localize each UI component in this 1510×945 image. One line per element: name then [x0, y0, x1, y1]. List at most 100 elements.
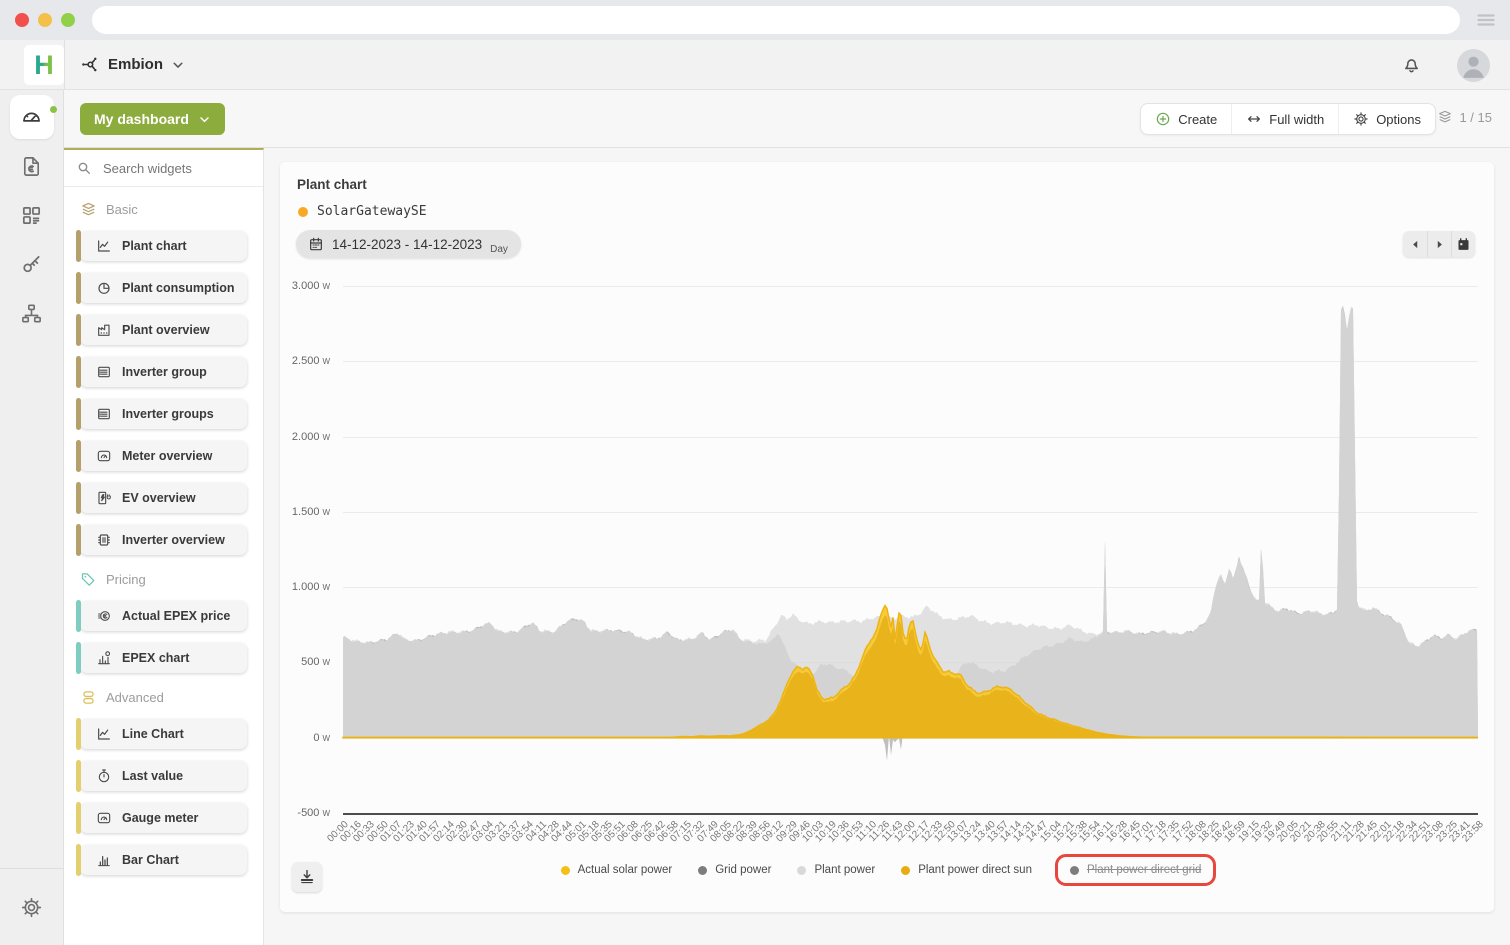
widget-card-bar-chart[interactable]: Bar Chart — [80, 845, 247, 875]
widget-card-actual-epex-price[interactable]: Actual EPEX price — [80, 601, 247, 631]
widget-card-inverter-overview[interactable]: Inverter overview — [80, 525, 247, 555]
date-range-text: 14-12-2023 - 14-12-2023 — [332, 237, 482, 252]
widget-card-plant-chart[interactable]: Plant chart — [80, 231, 247, 261]
rail-item-access-keys[interactable] — [10, 242, 54, 286]
widget-card-plant-consumption[interactable]: Plant consumption — [80, 273, 247, 303]
y-axis-tick: 1.500W — [280, 506, 330, 518]
chart-plot-area[interactable] — [343, 286, 1478, 813]
dashboard-selector-label: My dashboard — [94, 111, 189, 127]
zoom-button[interactable] — [61, 13, 75, 27]
avatar[interactable] — [1457, 49, 1490, 82]
widget-card-label: Last value — [122, 769, 183, 783]
gauge-icon — [20, 106, 43, 129]
create-button[interactable]: Create — [1141, 104, 1231, 134]
widgets-sidebar: BasicPlant chartPlant consumptionPlant o… — [64, 148, 264, 945]
widget-card-epex-chart[interactable]: EPEX chart — [80, 643, 247, 673]
rail-item-widgets[interactable] — [10, 193, 54, 237]
card-accent — [76, 314, 81, 346]
pie-chart-icon — [96, 280, 112, 296]
widget-card-ev-overview[interactable]: EV overview — [80, 483, 247, 513]
legend-item-plant-power-direct-grid[interactable]: Plant power direct grid — [1055, 854, 1216, 886]
y-axis-tick: 500W — [280, 656, 330, 668]
card-accent — [76, 440, 81, 472]
date-nav-group — [1403, 231, 1475, 257]
triangle-left-icon — [1409, 238, 1422, 251]
minimize-button[interactable] — [38, 13, 52, 27]
widget-card-plant-overview[interactable]: Plant overview — [80, 315, 247, 345]
legend-item-plant-power[interactable]: Plant power — [797, 864, 875, 876]
card-accent — [76, 272, 81, 304]
section-label: Pricing — [106, 572, 146, 587]
date-range-picker[interactable]: 14-12-2023 - 14-12-2023 Day — [296, 230, 521, 258]
dashboard-toolbar: My dashboard Create Full width Options 1… — [64, 90, 1510, 148]
legend-label: Actual solar power — [578, 864, 673, 876]
device-row: SolarGatewaySE — [298, 204, 427, 219]
widget-card-last-value[interactable]: Last value — [80, 761, 247, 791]
chart-coins-icon — [96, 650, 112, 666]
legend-item-actual-solar-power[interactable]: Actual solar power — [561, 864, 673, 876]
rail-item-invoices[interactable] — [10, 144, 54, 188]
next-period-button[interactable] — [1427, 231, 1451, 257]
y-axis-tick: -500W — [280, 807, 330, 819]
legend-dot — [561, 866, 570, 875]
create-label: Create — [1178, 112, 1217, 127]
rail-item-hierarchy[interactable] — [10, 291, 54, 335]
card-accent — [76, 718, 81, 750]
card-accent — [76, 482, 81, 514]
legend-item-plant-power-direct-sun[interactable]: Plant power direct sun — [901, 864, 1032, 876]
card-accent — [76, 356, 81, 388]
x-axis-line — [343, 813, 1478, 815]
options-button[interactable]: Options — [1338, 104, 1435, 134]
full-width-label: Full width — [1269, 112, 1324, 127]
browser-chrome — [0, 0, 1510, 40]
meter-icon — [96, 810, 112, 826]
widget-card-inverter-groups[interactable]: Inverter groups — [80, 399, 247, 429]
rail-item-dashboards[interactable] — [10, 95, 54, 139]
legend-label: Grid power — [715, 864, 771, 876]
widget-card-label: Plant overview — [122, 323, 210, 337]
section-label: Advanced — [106, 690, 164, 705]
prev-period-button[interactable] — [1403, 231, 1427, 257]
close-button[interactable] — [15, 13, 29, 27]
widget-card-line-chart[interactable]: Line Chart — [80, 719, 247, 749]
widget-card-meter-overview[interactable]: Meter overview — [80, 441, 247, 471]
search-input[interactable] — [101, 160, 251, 177]
table-icon — [96, 406, 112, 422]
widgets-icon — [20, 204, 43, 227]
tag-icon — [80, 571, 97, 588]
full-width-button[interactable]: Full width — [1231, 104, 1338, 134]
y-axis-tick: 3.000W — [280, 280, 330, 292]
app-logo[interactable]: H — [24, 45, 64, 85]
org-selector[interactable]: Embion — [79, 40, 185, 89]
gear-icon[interactable] — [20, 896, 43, 919]
page-indicator-text: 1 / 15 — [1459, 110, 1492, 125]
widget-card-label: Actual EPEX price — [122, 609, 230, 623]
browser-menu-icon[interactable] — [1474, 8, 1498, 32]
widget-card-label: EPEX chart — [122, 651, 189, 665]
coins-icon — [96, 608, 112, 624]
rail-settings — [0, 868, 63, 945]
device-name: SolarGatewaySE — [317, 204, 427, 219]
meter-icon — [96, 448, 112, 464]
widget-card-gauge-meter[interactable]: Gauge meter — [80, 803, 247, 833]
legend-label: Plant power direct sun — [918, 864, 1032, 876]
toolbar-button-group: Create Full width Options — [1140, 103, 1436, 135]
card-accent — [76, 642, 81, 674]
app-header: H Embion — [0, 40, 1510, 90]
stopwatch-icon — [96, 768, 112, 784]
card-accent — [76, 524, 81, 556]
widget-card-label: Bar Chart — [122, 853, 179, 867]
bell-icon[interactable] — [1401, 54, 1422, 75]
legend-item-grid-power[interactable]: Grid power — [698, 864, 771, 876]
calendar-button[interactable] — [1451, 231, 1475, 257]
hub-icon — [79, 54, 100, 75]
widget-card-label: Line Chart — [122, 727, 184, 741]
browser-url-bar[interactable] — [92, 6, 1460, 34]
widget-card-inverter-group[interactable]: Inverter group — [80, 357, 247, 387]
widget-card-label: Inverter groups — [122, 407, 214, 421]
plant-chart-widget: Plant chart SolarGatewaySE 14-12-2023 - … — [280, 162, 1494, 912]
card-accent — [76, 844, 81, 876]
widget-card-label: Plant consumption — [122, 281, 235, 295]
dashboard-selector-button[interactable]: My dashboard — [80, 103, 225, 135]
card-accent — [76, 760, 81, 792]
